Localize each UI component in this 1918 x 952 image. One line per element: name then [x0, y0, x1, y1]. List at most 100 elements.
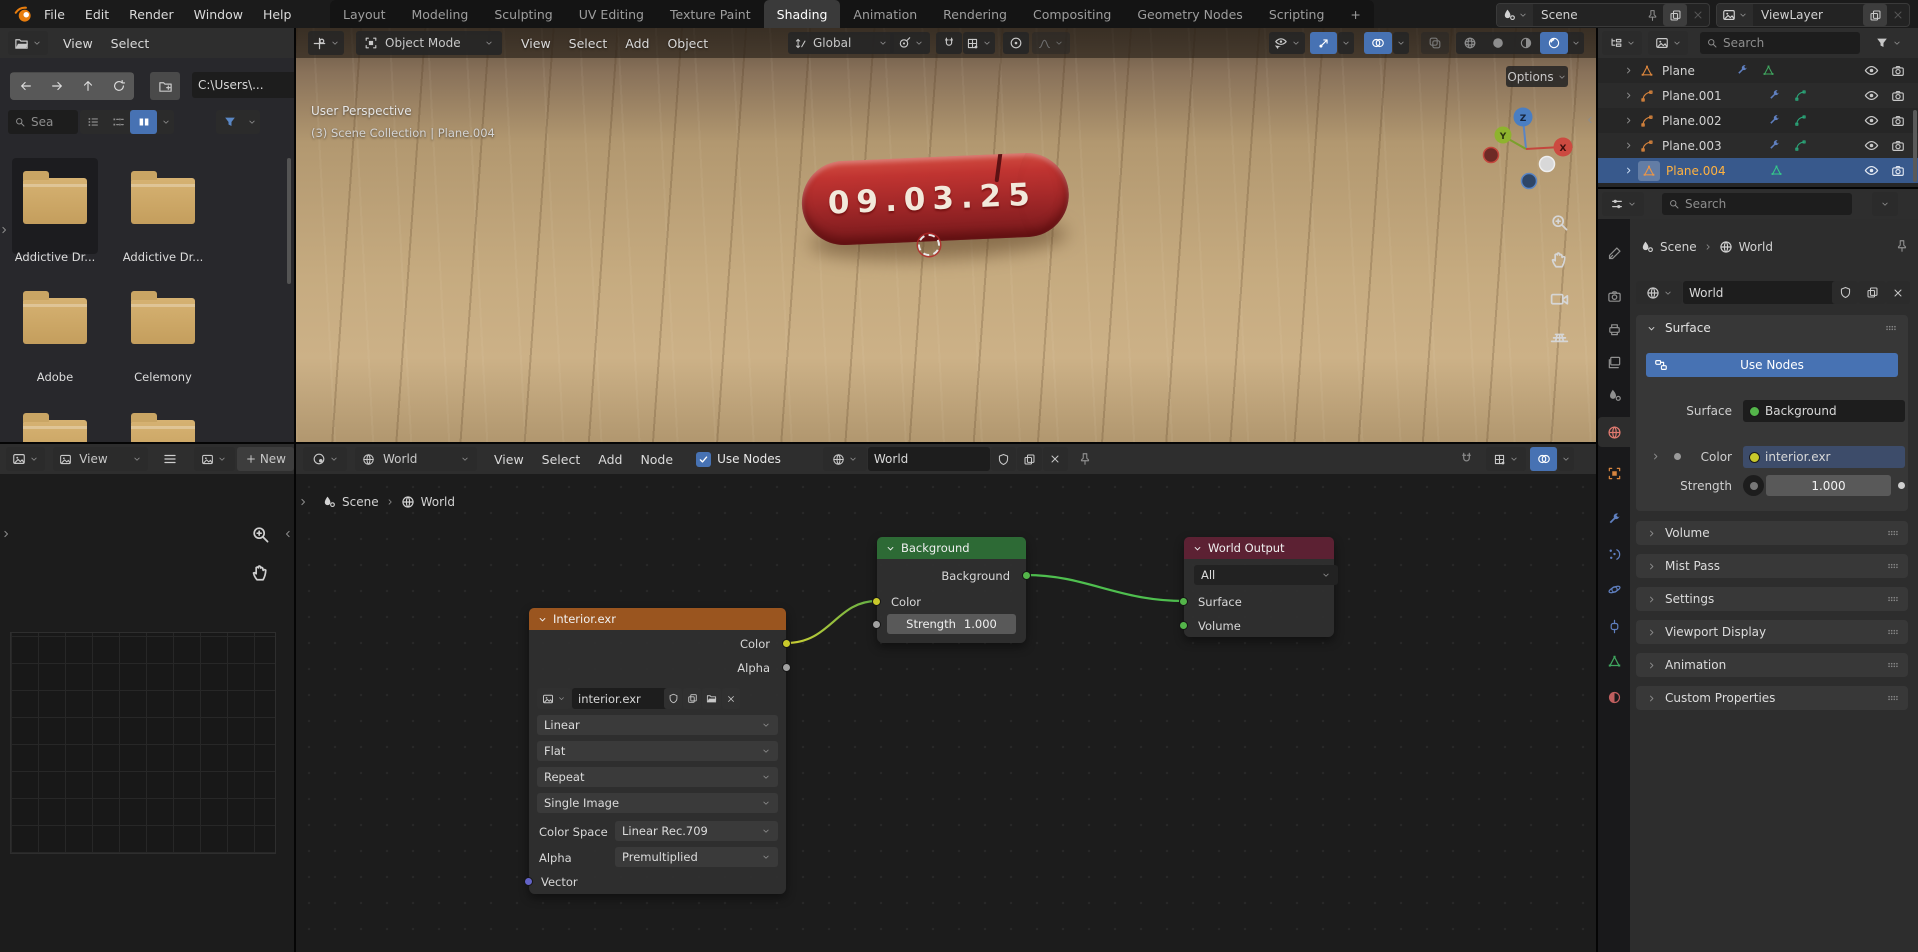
drag-grip-icon[interactable] — [1886, 625, 1900, 639]
file-search-input[interactable]: Sea — [8, 110, 78, 134]
tab-layout[interactable]: Layout — [330, 0, 399, 28]
hide-eye-icon[interactable] — [1864, 63, 1879, 78]
outliner-row-plane002[interactable]: Plane.002 — [1598, 108, 1918, 133]
tab-material[interactable] — [1598, 682, 1630, 712]
disable-render-camera-icon[interactable] — [1891, 114, 1905, 128]
display-list-vertical-button[interactable] — [80, 110, 105, 134]
browse-image-button[interactable] — [537, 688, 571, 709]
modifier-wrench-icon[interactable] — [1768, 114, 1781, 127]
node-header[interactable]: Background — [877, 537, 1026, 559]
socket-strength-in[interactable] — [872, 620, 881, 629]
mesh-data-icon[interactable] — [1770, 164, 1783, 177]
viewport-menu-object[interactable]: Object — [658, 36, 717, 51]
folder-tile-partial[interactable] — [23, 420, 87, 442]
new-scene-button[interactable] — [1663, 4, 1687, 26]
strength-slider[interactable]: Strength 1.000 — [887, 614, 1016, 634]
outliner-row-plane001[interactable]: Plane.001 — [1598, 83, 1918, 108]
tab-rendering[interactable]: Rendering — [930, 0, 1020, 28]
animate-dot[interactable] — [1898, 482, 1905, 489]
filter-options-dropdown[interactable] — [244, 110, 260, 134]
parent-dir-button[interactable] — [72, 73, 103, 100]
node-header[interactable]: World Output — [1184, 537, 1334, 559]
object-name[interactable]: Plane.002 — [1662, 114, 1722, 128]
tab-compositing[interactable]: Compositing — [1020, 0, 1124, 28]
unlink-scene-button[interactable] — [1687, 4, 1709, 26]
surface-panel-header[interactable]: Surface — [1636, 315, 1908, 341]
hide-eye-icon[interactable] — [1864, 88, 1879, 103]
scrollbar[interactable] — [287, 158, 291, 284]
shader-menu-add[interactable]: Add — [589, 452, 631, 467]
properties-search-input[interactable]: Search — [1662, 193, 1852, 215]
socket-color-out[interactable] — [782, 639, 791, 648]
socket-background-out[interactable] — [1022, 571, 1031, 580]
proportional-falloff-dropdown[interactable] — [1032, 32, 1070, 54]
modifier-wrench-icon[interactable] — [1736, 64, 1749, 77]
region-toggle-icon[interactable] — [0, 528, 12, 540]
socket-vector-in[interactable] — [524, 877, 533, 886]
tab-scene[interactable] — [1598, 380, 1630, 410]
breadcrumb-scene[interactable]: Scene — [342, 495, 379, 509]
shading-wireframe-button[interactable] — [1456, 32, 1484, 54]
scene-name[interactable]: Scene — [1533, 8, 1646, 22]
viewlayer-name[interactable]: ViewLayer — [1753, 8, 1863, 22]
navigation-gizmo[interactable]: Z Y X — [1476, 100, 1586, 210]
tab-uv-editing[interactable]: UV Editing — [566, 0, 657, 28]
menu-file[interactable]: File — [35, 7, 74, 22]
drag-grip-icon[interactable] — [1886, 658, 1900, 672]
node-background[interactable]: Background Background Color Strength 1.0… — [877, 537, 1026, 643]
tab-particles[interactable] — [1598, 539, 1630, 569]
tab-sculpting[interactable]: Sculpting — [481, 0, 565, 28]
interpolation-dropdown[interactable]: Linear — [537, 715, 778, 735]
viewport-menu-view[interactable]: View — [512, 36, 560, 51]
region-toggle-icon[interactable] — [297, 496, 309, 508]
editor-type-image-editor[interactable] — [6, 447, 45, 471]
axis-negz-ball[interactable] — [1522, 174, 1537, 189]
shader-type-dropdown[interactable]: World — [355, 447, 477, 471]
folder-tile[interactable] — [23, 178, 87, 224]
tab-physics[interactable] — [1598, 574, 1630, 604]
outliner-filter-mode[interactable] — [1648, 31, 1688, 55]
menu-edit[interactable]: Edit — [76, 7, 118, 22]
region-toggle-icon[interactable] — [0, 224, 10, 236]
socket-color-in[interactable] — [872, 597, 881, 606]
menu-window[interactable]: Window — [185, 7, 252, 22]
tab-animation[interactable]: Animation — [840, 0, 930, 28]
browse-image-button[interactable] — [194, 447, 235, 471]
forward-button[interactable] — [41, 73, 72, 100]
world-browse-button[interactable] — [823, 447, 867, 471]
world-browse-button[interactable] — [1636, 281, 1682, 304]
shader-menu-node[interactable]: Node — [631, 452, 682, 467]
shader-menu-view[interactable]: View — [485, 452, 533, 467]
socket-volume-in[interactable] — [1179, 621, 1188, 630]
pin-icon[interactable] — [1895, 239, 1909, 253]
pin-icon[interactable] — [1646, 9, 1659, 22]
curve-data-icon[interactable] — [1794, 139, 1807, 152]
scene-browse-button[interactable] — [1497, 4, 1533, 26]
outliner-display-mode[interactable] — [1602, 31, 1642, 55]
expand-icon[interactable] — [1623, 165, 1634, 176]
tab-shading[interactable]: Shading — [764, 0, 841, 28]
expand-icon[interactable] — [1623, 90, 1634, 101]
outliner-row-plane004-selected[interactable]: Plane.004 — [1598, 158, 1918, 183]
tab-render[interactable] — [1598, 281, 1630, 311]
folder-tile-partial[interactable] — [131, 420, 195, 442]
open-image-button[interactable] — [702, 688, 721, 709]
world-name-field[interactable]: World — [868, 447, 990, 471]
zoom-tool[interactable] — [1549, 212, 1570, 236]
snap-toggle-button[interactable] — [936, 32, 962, 54]
snap-settings-dropdown[interactable] — [963, 32, 995, 54]
filter-toggle-button[interactable] — [216, 110, 244, 134]
socket-surface-in[interactable] — [1179, 597, 1188, 606]
curve-data-icon[interactable] — [1794, 114, 1807, 127]
strength-socket-button[interactable] — [1743, 475, 1764, 496]
display-list-horizontal-button[interactable] — [105, 110, 130, 134]
back-button[interactable] — [10, 73, 41, 100]
zoom-tool[interactable] — [250, 524, 271, 548]
unlink-world-button[interactable] — [1043, 447, 1068, 471]
object-name[interactable]: Plane.003 — [1662, 139, 1722, 153]
snap-target-dropdown[interactable] — [890, 32, 930, 54]
viewport-menu-select[interactable]: Select — [560, 36, 617, 51]
remove-viewlayer-button[interactable] — [1887, 4, 1909, 26]
projection-dropdown[interactable]: Flat — [537, 741, 778, 761]
use-nodes-button[interactable]: Use Nodes — [1646, 353, 1898, 377]
